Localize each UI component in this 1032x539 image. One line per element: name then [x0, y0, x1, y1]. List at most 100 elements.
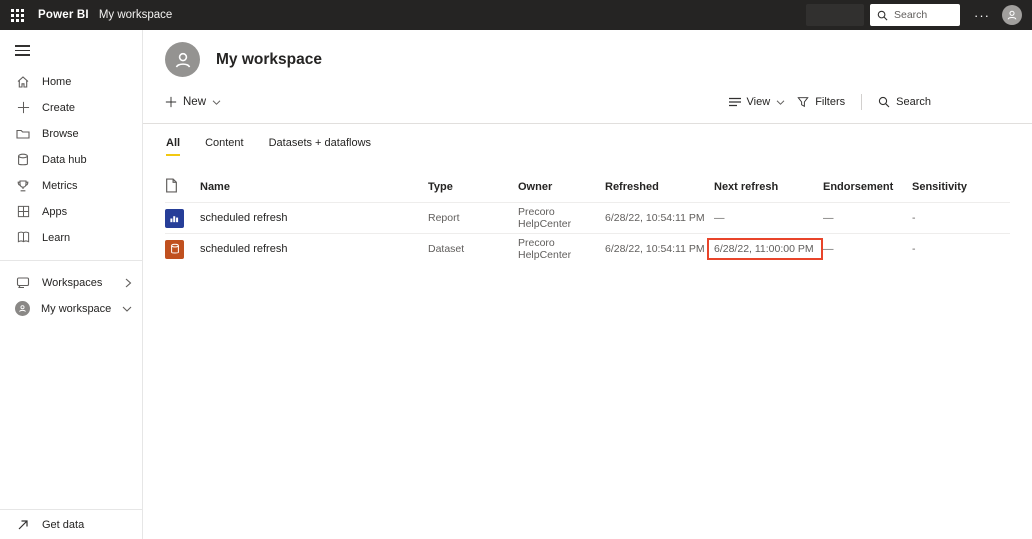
document-icon	[165, 178, 200, 196]
account-avatar[interactable]	[1002, 5, 1022, 25]
get-data-label: Get data	[42, 518, 85, 531]
topbar-placeholder-box	[806, 4, 864, 26]
column-header-owner[interactable]: Owner	[518, 181, 605, 193]
list-search-button[interactable]: Search	[872, 92, 937, 112]
new-button-label: New	[183, 96, 207, 108]
sidebar-item-create[interactable]: Create	[0, 95, 142, 121]
view-button-label: View	[746, 96, 771, 108]
arrow-up-right-icon	[15, 517, 31, 533]
app-launcher-button[interactable]	[0, 0, 34, 30]
sidebar-item-label: Data hub	[42, 153, 87, 166]
sidebar-item-my-workspace[interactable]: My workspace	[0, 296, 142, 322]
sidebar-item-browse[interactable]: Browse	[0, 121, 142, 147]
toolbar-separator	[861, 94, 863, 110]
cell-endorsement: —	[823, 243, 834, 255]
cell-refreshed: 6/28/22, 10:54:11 PM	[605, 243, 705, 255]
column-header-type[interactable]: Type	[428, 181, 518, 193]
content-tabs: All Content Datasets + dataflows	[143, 137, 1032, 156]
report-tile-icon	[165, 208, 184, 228]
workspace-header-avatar	[165, 42, 200, 77]
person-icon	[175, 52, 190, 68]
table-row[interactable]: scheduled refresh Dataset Precoro HelpCe…	[165, 233, 1010, 264]
column-header-endorsement[interactable]: Endorsement	[823, 181, 912, 193]
sidebar-item-label: Apps	[42, 205, 68, 218]
sidebar-item-label: Learn	[42, 231, 71, 244]
content-table: Name Type Owner Refreshed Next refresh E…	[165, 172, 1010, 264]
metrics-icon	[15, 178, 31, 194]
cell-sensitivity: -	[912, 243, 916, 255]
list-view-icon	[728, 97, 741, 107]
dataset-tile-icon	[165, 239, 184, 259]
home-icon	[15, 74, 31, 90]
table-row[interactable]: scheduled refresh Report Precoro HelpCen…	[165, 202, 1010, 233]
sidebar-item-label: Metrics	[42, 179, 78, 192]
cell-type: Dataset	[428, 243, 465, 255]
search-placeholder-text: Search	[894, 9, 928, 21]
list-search-label: Search	[896, 96, 931, 108]
sidebar-collapse-button[interactable]	[0, 30, 142, 69]
tab-all[interactable]: All	[166, 137, 181, 156]
workspaces-icon	[15, 275, 31, 291]
view-button[interactable]: View	[723, 92, 792, 112]
tab-datasets-dataflows[interactable]: Datasets + dataflows	[269, 137, 371, 156]
new-button[interactable]: New	[165, 96, 221, 108]
sidebar-item-label: Browse	[42, 127, 79, 140]
sidebar-item-learn[interactable]: Learn	[0, 225, 142, 251]
sidebar-item-metrics[interactable]: Metrics	[0, 173, 142, 199]
apps-icon	[15, 204, 31, 220]
sidebar-item-label: My workspace	[41, 302, 112, 315]
sidebar: Home Create Browse Data hub Metrics Apps…	[0, 30, 143, 539]
app-brand[interactable]: Power BI	[38, 9, 89, 21]
column-header-next-refresh[interactable]: Next refresh	[714, 181, 823, 193]
sidebar-item-label: Home	[42, 75, 72, 88]
toolbar-divider	[143, 123, 1032, 124]
cell-owner: Precoro HelpCenter	[518, 206, 572, 230]
cell-name[interactable]: scheduled refresh	[200, 212, 428, 224]
chevron-right-icon	[124, 278, 132, 288]
sidebar-item-apps[interactable]: Apps	[0, 199, 142, 225]
sidebar-item-label: Create	[42, 101, 76, 114]
column-header-refreshed[interactable]: Refreshed	[605, 181, 714, 193]
tab-content[interactable]: Content	[205, 137, 244, 156]
chevron-down-icon	[776, 99, 785, 105]
top-bar: Power BI My workspace Search ···	[0, 0, 1032, 30]
topbar-workspace-label: My workspace	[98, 9, 173, 21]
table-header-row: Name Type Owner Refreshed Next refresh E…	[165, 172, 1010, 202]
waffle-icon	[10, 8, 24, 22]
search-icon	[878, 96, 890, 108]
database-icon	[15, 152, 31, 168]
more-options-icon[interactable]: ···	[974, 8, 990, 23]
column-header-name[interactable]: Name	[200, 181, 428, 193]
cell-next-refresh: —	[714, 212, 725, 224]
cell-next-refresh: 6/28/22, 11:00:00 PM	[714, 243, 814, 255]
main-content: My workspace New View Filters Search All…	[143, 30, 1032, 539]
filters-button[interactable]: Filters	[791, 92, 851, 112]
sidebar-item-workspaces[interactable]: Workspaces	[0, 270, 142, 296]
sidebar-divider	[0, 259, 142, 261]
cell-owner: Precoro HelpCenter	[518, 237, 572, 261]
cell-sensitivity: -	[912, 212, 916, 224]
column-header-sensitivity[interactable]: Sensitivity	[912, 181, 1010, 193]
chevron-down-icon	[212, 99, 221, 105]
cell-name[interactable]: scheduled refresh	[200, 243, 428, 255]
plus-icon	[165, 96, 177, 108]
workspace-avatar	[15, 301, 30, 317]
cell-type: Report	[428, 212, 460, 224]
page-title: My workspace	[216, 50, 322, 68]
chevron-down-icon	[122, 305, 132, 313]
sidebar-item-data-hub[interactable]: Data hub	[0, 147, 142, 173]
sidebar-item-label: Workspaces	[42, 276, 103, 289]
cell-endorsement: —	[823, 212, 834, 224]
search-icon	[877, 10, 888, 20]
cell-refreshed: 6/28/22, 10:54:11 PM	[605, 212, 705, 224]
get-data-button[interactable]: Get data	[0, 509, 142, 539]
global-search-input[interactable]: Search	[870, 4, 960, 26]
sidebar-item-home[interactable]: Home	[0, 69, 142, 95]
next-refresh-highlight-box: 6/28/22, 11:00:00 PM	[707, 238, 823, 260]
plus-icon	[15, 100, 31, 116]
filter-icon	[797, 97, 809, 108]
folder-icon	[15, 126, 31, 142]
book-icon	[15, 230, 31, 246]
person-icon	[1007, 10, 1017, 20]
filters-button-label: Filters	[815, 96, 846, 108]
